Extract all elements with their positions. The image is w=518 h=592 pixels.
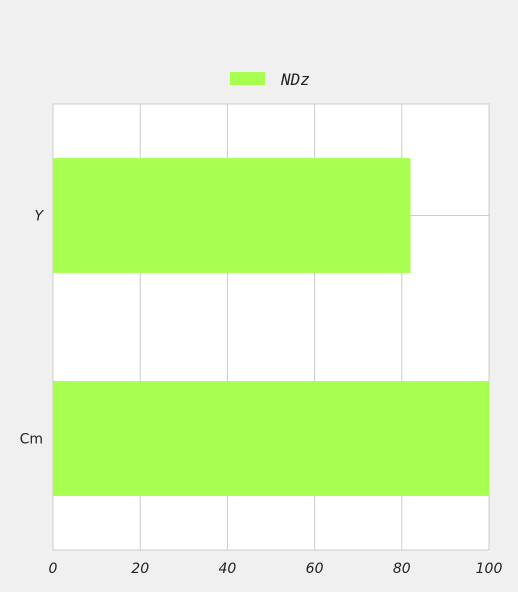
y-tick-label: Cm — [20, 432, 43, 448]
y-axis-tick-labels: Y Cm — [20, 209, 45, 448]
x-tick-label: 80 — [393, 561, 411, 577]
x-tick-label: 40 — [218, 561, 236, 577]
x-axis-tick-labels: 0 20 40 60 80 100 — [49, 561, 503, 577]
y-tick-label: Y — [34, 209, 44, 225]
bar-cm — [53, 381, 489, 496]
chart: Y Cm 0 20 40 60 80 100 NDz — [0, 0, 518, 592]
legend-label-ndz: NDz — [280, 70, 310, 89]
x-tick-label: 100 — [476, 561, 503, 577]
legend-swatch-ndz — [230, 72, 265, 85]
x-tick-label: 0 — [49, 561, 58, 577]
bar-y — [53, 158, 411, 273]
legend: NDz — [230, 70, 310, 89]
x-tick-label: 60 — [306, 561, 324, 577]
x-tick-label: 20 — [131, 561, 149, 577]
bar-chart-svg: Y Cm 0 20 40 60 80 100 NDz — [20, 70, 503, 577]
